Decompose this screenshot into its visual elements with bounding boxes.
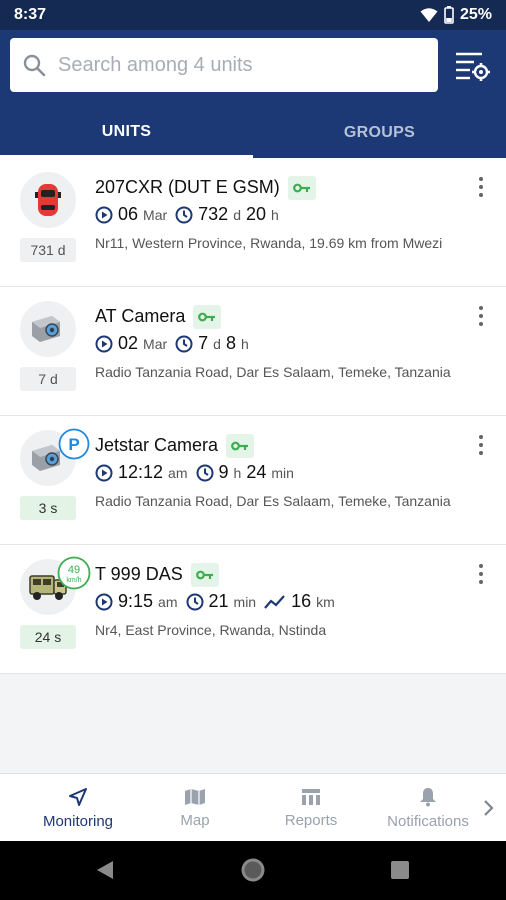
- unit-stats: 9:15 am 21 min 16 km: [95, 591, 335, 612]
- tab-groups[interactable]: GROUPS: [253, 108, 506, 158]
- unit-name: AT Camera: [95, 305, 186, 326]
- clock-icon: [175, 206, 193, 223]
- play-circle-icon: [95, 593, 113, 610]
- battery-level: 25%: [459, 6, 492, 23]
- system-navigation-bar: [0, 841, 506, 900]
- stat-last-trip: 12:12 am: [95, 462, 188, 483]
- status-time: 8:37: [14, 6, 47, 23]
- more-options-button[interactable]: [470, 563, 492, 585]
- bell-icon: [420, 787, 436, 806]
- unit-address: Nr4, East Province, Rwanda, Nstinda: [95, 622, 327, 638]
- search-box[interactable]: [10, 38, 438, 92]
- bottom-navigation: Monitoring Map Reports Notifications: [0, 773, 506, 841]
- stat-duration: 9h 24 min: [196, 462, 294, 483]
- unit-name: 207CXR (DUT E GSM): [95, 176, 280, 197]
- unit-row[interactable]: 731 d 207CXR (DUT E GSM) 06 Mar 732 d 20 h …: [0, 158, 506, 287]
- unit-name-row: 207CXR (DUT E GSM): [95, 176, 316, 200]
- more-options-button[interactable]: [470, 305, 492, 327]
- search-icon: [23, 54, 46, 77]
- nav-map[interactable]: Map: [137, 774, 253, 842]
- unit-address: Radio Tanzania Road, Dar Es Salaam, Teme…: [95, 364, 451, 380]
- unit-list: 731 d 207CXR (DUT E GSM) 06 Mar 732 d 20 h …: [0, 158, 506, 674]
- stat-duration: 732 d 20 h: [175, 204, 279, 225]
- filter-settings-icon: [456, 52, 490, 81]
- unit-row[interactable]: 7 d AT Camera 02 Mar 7d 8h Radio Tanzania…: [0, 287, 506, 416]
- clock-icon: [175, 335, 193, 352]
- navigation-arrow-icon: [69, 787, 87, 806]
- map-icon: [185, 788, 205, 805]
- key-icon: [190, 563, 219, 587]
- last-message-badge: 7 d: [20, 367, 76, 391]
- stat-distance: 16 km: [264, 591, 335, 612]
- trend-icon: [264, 594, 285, 609]
- tab-bar: UNITS GROUPS: [0, 108, 506, 158]
- tab-units[interactable]: UNITS: [0, 108, 253, 158]
- unit-name: T 999 DAS: [95, 563, 183, 584]
- last-message-badge: 731 d: [20, 238, 76, 262]
- unit-name-row: AT Camera: [95, 305, 222, 329]
- recents-icon[interactable]: [390, 860, 410, 880]
- unit-name: Jetstar Camera: [95, 434, 219, 455]
- unit-row[interactable]: P 3 s Jetstar Camera 12:12 am 9h 24 min Ra…: [0, 416, 506, 545]
- play-circle-icon: [95, 464, 113, 481]
- unit-row[interactable]: 49 km/h 24 s T 999 DAS 9:15 am 21 min 16 km…: [0, 545, 506, 674]
- car-icon: [35, 184, 61, 216]
- unit-avatar: [20, 301, 76, 357]
- status-bar: 8:37 25%: [0, 0, 506, 30]
- stat-last-trip: 9:15 am: [95, 591, 178, 612]
- unit-stats: 02 Mar 7d 8h: [95, 333, 249, 354]
- search-input[interactable]: [58, 53, 398, 77]
- last-message-badge: 24 s: [20, 625, 76, 649]
- back-icon[interactable]: [94, 859, 116, 881]
- key-icon: [287, 176, 316, 200]
- key-icon: [226, 434, 255, 458]
- camera-icon: [32, 316, 60, 342]
- app-header: UNITS GROUPS: [0, 30, 506, 158]
- nav-reports[interactable]: Reports: [253, 774, 369, 842]
- more-options-button[interactable]: [470, 434, 492, 456]
- nav-notifications[interactable]: Notifications: [370, 774, 486, 842]
- unit-stats: 06 Mar 732 d 20 h: [95, 204, 279, 225]
- stat-last-trip: 06 Mar: [95, 204, 167, 225]
- play-circle-icon: [95, 335, 113, 352]
- unit-stats: 12:12 am 9h 24 min: [95, 462, 294, 483]
- unit-address: Radio Tanzania Road, Dar Es Salaam, Teme…: [95, 493, 451, 509]
- svg-text:km/h: km/h: [66, 577, 81, 584]
- nav-monitoring[interactable]: Monitoring: [20, 774, 136, 842]
- svg-text:P: P: [68, 435, 79, 454]
- chevron-right-icon[interactable]: [482, 798, 496, 818]
- battery-icon: [444, 6, 454, 24]
- parking-icon: P: [58, 428, 90, 460]
- status-icons: 25%: [420, 6, 492, 24]
- stat-last-trip: 02 Mar: [95, 333, 167, 354]
- filter-settings-button[interactable]: [452, 48, 492, 84]
- stat-duration: 21 min: [186, 591, 256, 612]
- unit-name-row: Jetstar Camera: [95, 434, 255, 458]
- play-circle-icon: [95, 206, 113, 223]
- more-options-button[interactable]: [470, 176, 492, 198]
- wifi-icon: [420, 8, 438, 22]
- last-message-badge: 3 s: [20, 496, 76, 520]
- unit-avatar: [20, 172, 76, 228]
- unit-name-row: T 999 DAS: [95, 563, 219, 587]
- reports-icon: [302, 788, 320, 805]
- key-icon: [193, 305, 222, 329]
- stat-duration: 7d 8h: [175, 333, 249, 354]
- svg-text:49: 49: [68, 564, 80, 576]
- clock-icon: [196, 464, 213, 481]
- clock-icon: [186, 593, 203, 610]
- unit-address: Nr11, Western Province, Rwanda, 19.69 km…: [95, 235, 443, 251]
- home-icon[interactable]: [240, 857, 266, 883]
- speed-badge: 49 km/h: [57, 556, 91, 590]
